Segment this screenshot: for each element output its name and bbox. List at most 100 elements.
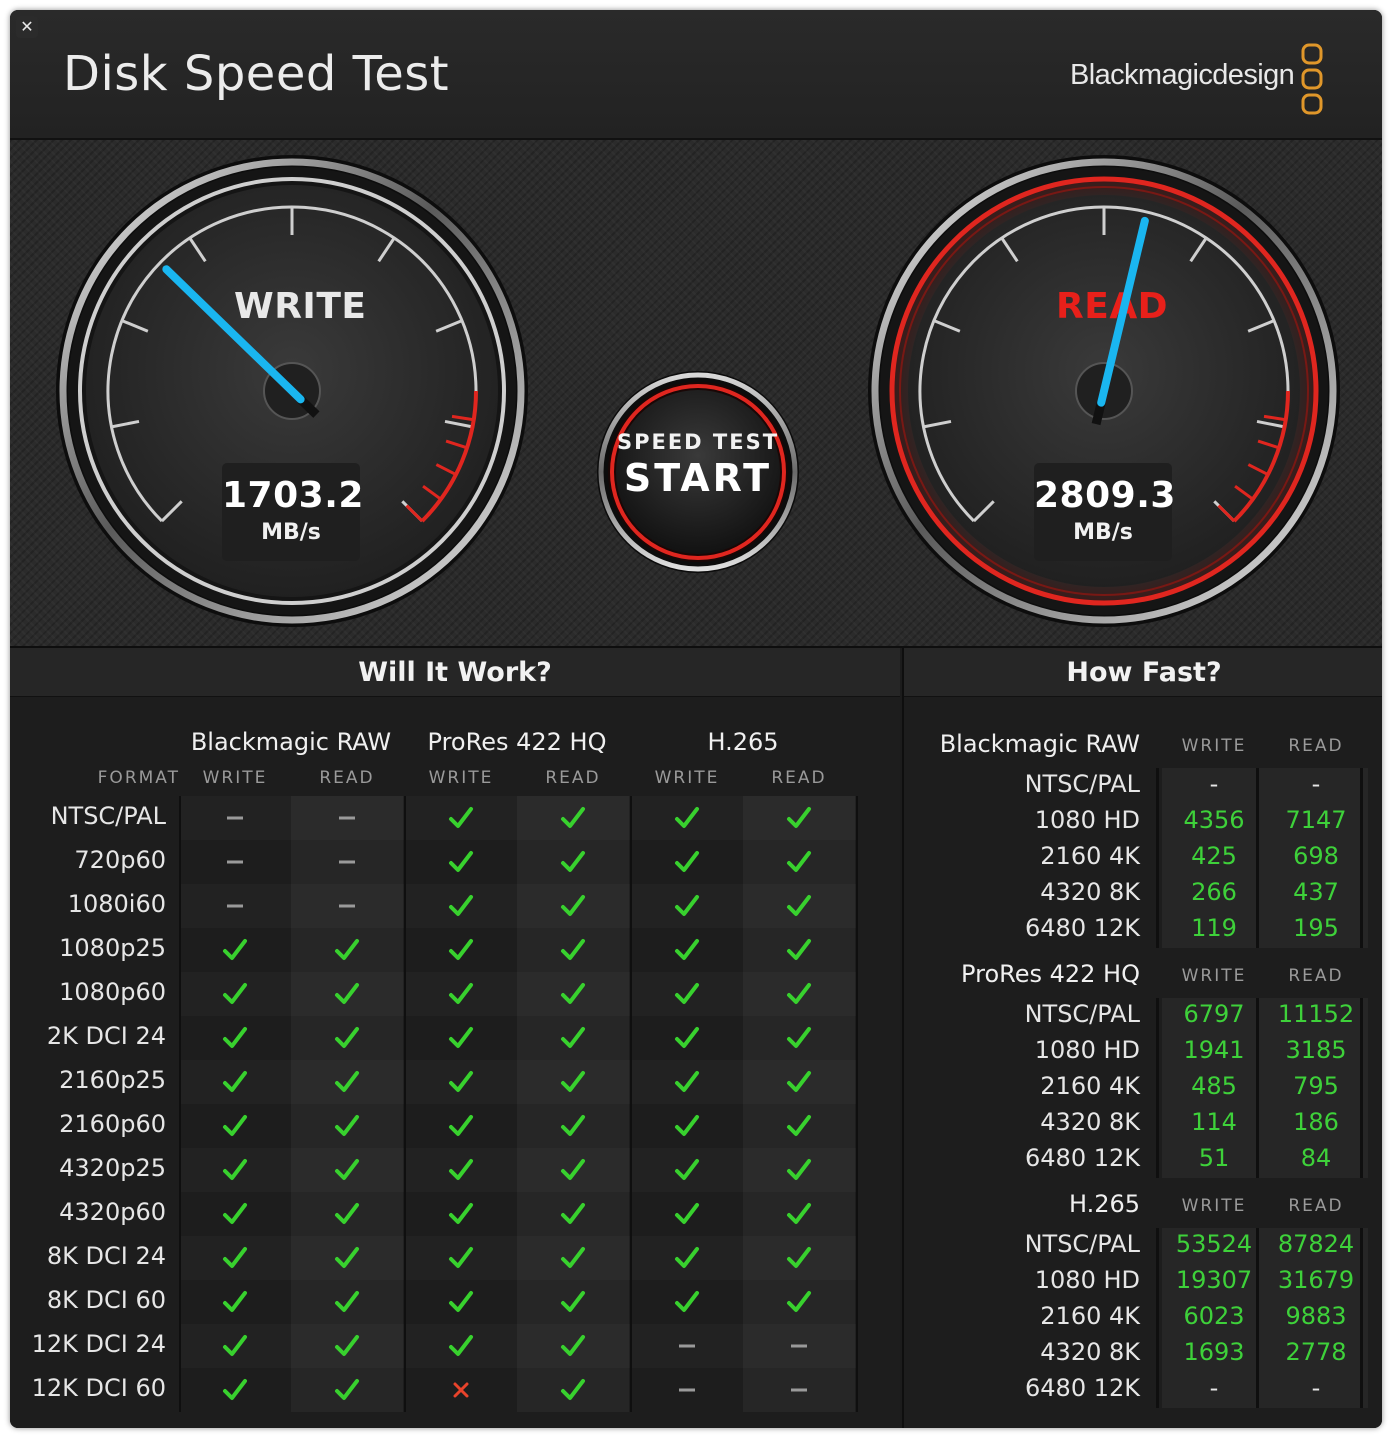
check-icon (449, 807, 473, 828)
write-fps-value: 19307 (1175, 1266, 1253, 1294)
how-fast-row-label: 4320 8K (1040, 878, 1140, 906)
check-icon (787, 1071, 811, 1092)
codec-header: H.265 (707, 728, 779, 756)
check-icon (561, 1291, 585, 1312)
write-fps-value: 1941 (1183, 1036, 1245, 1064)
check-icon (787, 807, 811, 828)
compat-cell (631, 1016, 743, 1060)
will-it-work-title: Will It Work? (10, 648, 900, 697)
check-icon (561, 1027, 585, 1048)
compat-cell (291, 1324, 403, 1368)
read-column-header: READ (319, 768, 375, 788)
write-fps-value: 114 (1191, 1108, 1237, 1136)
compat-cell (405, 928, 517, 972)
check-icon (675, 983, 699, 1004)
check-icon (787, 1159, 811, 1180)
compat-cell (291, 1368, 403, 1412)
write-column-header: WRITE (428, 768, 494, 788)
dash-icon (791, 1388, 807, 1392)
check-icon (449, 895, 473, 916)
how-fast-row-label: 2160 4K (1040, 1072, 1140, 1100)
how-fast-row-label: NTSC/PAL (1024, 770, 1140, 798)
format-row-label: 2160p25 (59, 1066, 166, 1094)
dash-icon (791, 1344, 807, 1348)
how-fast-title: How Fast? (904, 648, 1382, 697)
cross-icon (453, 1382, 469, 1398)
check-icon (335, 1335, 359, 1356)
write-column-header: WRITE (202, 768, 268, 788)
close-button[interactable]: ✕ (16, 16, 38, 38)
check-icon (561, 1379, 585, 1400)
compat-cell (517, 1016, 629, 1060)
compat-cell (179, 972, 291, 1016)
compat-cell (631, 1060, 743, 1104)
compat-cell (743, 1324, 855, 1368)
write-column-header: WRITE (1181, 1196, 1247, 1216)
close-icon: ✕ (20, 17, 34, 36)
how-fast-row-label: 4320 8K (1040, 1108, 1140, 1136)
app-window: ✕ Disk Speed Test Blackmagicdesign WRITE… (10, 10, 1382, 1428)
check-icon (223, 1291, 247, 1312)
check-icon (449, 1203, 473, 1224)
check-icon (223, 983, 247, 1004)
format-row-label: 8K DCI 60 (46, 1286, 166, 1314)
dash-icon (339, 816, 355, 820)
how-fast-group-title: Blackmagic RAW (939, 730, 1140, 758)
read-speed-unit: MB/s (1073, 520, 1133, 545)
write-fps-value: 6023 (1183, 1302, 1245, 1330)
compat-cell (405, 972, 517, 1016)
compat-cell (179, 1236, 291, 1280)
compat-cell (743, 1192, 855, 1236)
check-icon (223, 1071, 247, 1092)
check-icon (675, 1115, 699, 1136)
format-row-label: 1080p25 (59, 934, 166, 962)
compat-cell (517, 1324, 629, 1368)
check-icon (675, 1291, 699, 1312)
check-icon (335, 1159, 359, 1180)
compat-cell (291, 1236, 403, 1280)
compat-cell (179, 1016, 291, 1060)
compat-cell (291, 1060, 403, 1104)
read-column-header: READ (771, 768, 827, 788)
dash-icon (227, 904, 243, 908)
brand-name: Blackmagicdesign (1070, 59, 1295, 91)
write-fps-value: 266 (1191, 878, 1237, 906)
compat-cell (743, 884, 855, 928)
compat-cell (517, 1368, 629, 1412)
column-divider (1156, 768, 1159, 948)
write-fps-value: 53524 (1175, 1230, 1253, 1258)
column-divider (856, 796, 858, 1412)
compat-cell (517, 1148, 629, 1192)
dash-icon (679, 1344, 695, 1348)
read-fps-value: 84 (1300, 1144, 1332, 1172)
check-icon (335, 939, 359, 960)
format-row-label: 720p60 (74, 846, 166, 874)
compat-cell (517, 928, 629, 972)
dash-icon (679, 1388, 695, 1392)
compat-cell (631, 1280, 743, 1324)
write-fps-value: 4356 (1183, 806, 1245, 834)
how-fast-row-label: 6480 12K (1025, 1144, 1140, 1172)
write-fps-value: 485 (1191, 1072, 1237, 1100)
read-fps-value: 2778 (1285, 1338, 1347, 1366)
check-icon (787, 1247, 811, 1268)
compat-cell (743, 1368, 855, 1412)
how-fast-row-label: 4320 8K (1040, 1338, 1140, 1366)
how-fast-row-label: 1080 HD (1034, 1266, 1140, 1294)
write-column-header: WRITE (1181, 736, 1247, 756)
compat-cell (179, 796, 291, 840)
compat-cell (291, 1148, 403, 1192)
compat-cell (517, 840, 629, 884)
compat-cell (405, 1104, 517, 1148)
compat-cell (291, 884, 403, 928)
read-fps-value: 7147 (1285, 806, 1347, 834)
dash-icon (339, 860, 355, 864)
check-icon (335, 1291, 359, 1312)
check-icon (561, 1159, 585, 1180)
check-icon (561, 1071, 585, 1092)
check-icon (675, 895, 699, 916)
compat-cell (405, 840, 517, 884)
compat-cell (631, 884, 743, 928)
column-divider (1156, 1228, 1159, 1408)
write-readout: 1703.2 MB/s (222, 463, 363, 561)
